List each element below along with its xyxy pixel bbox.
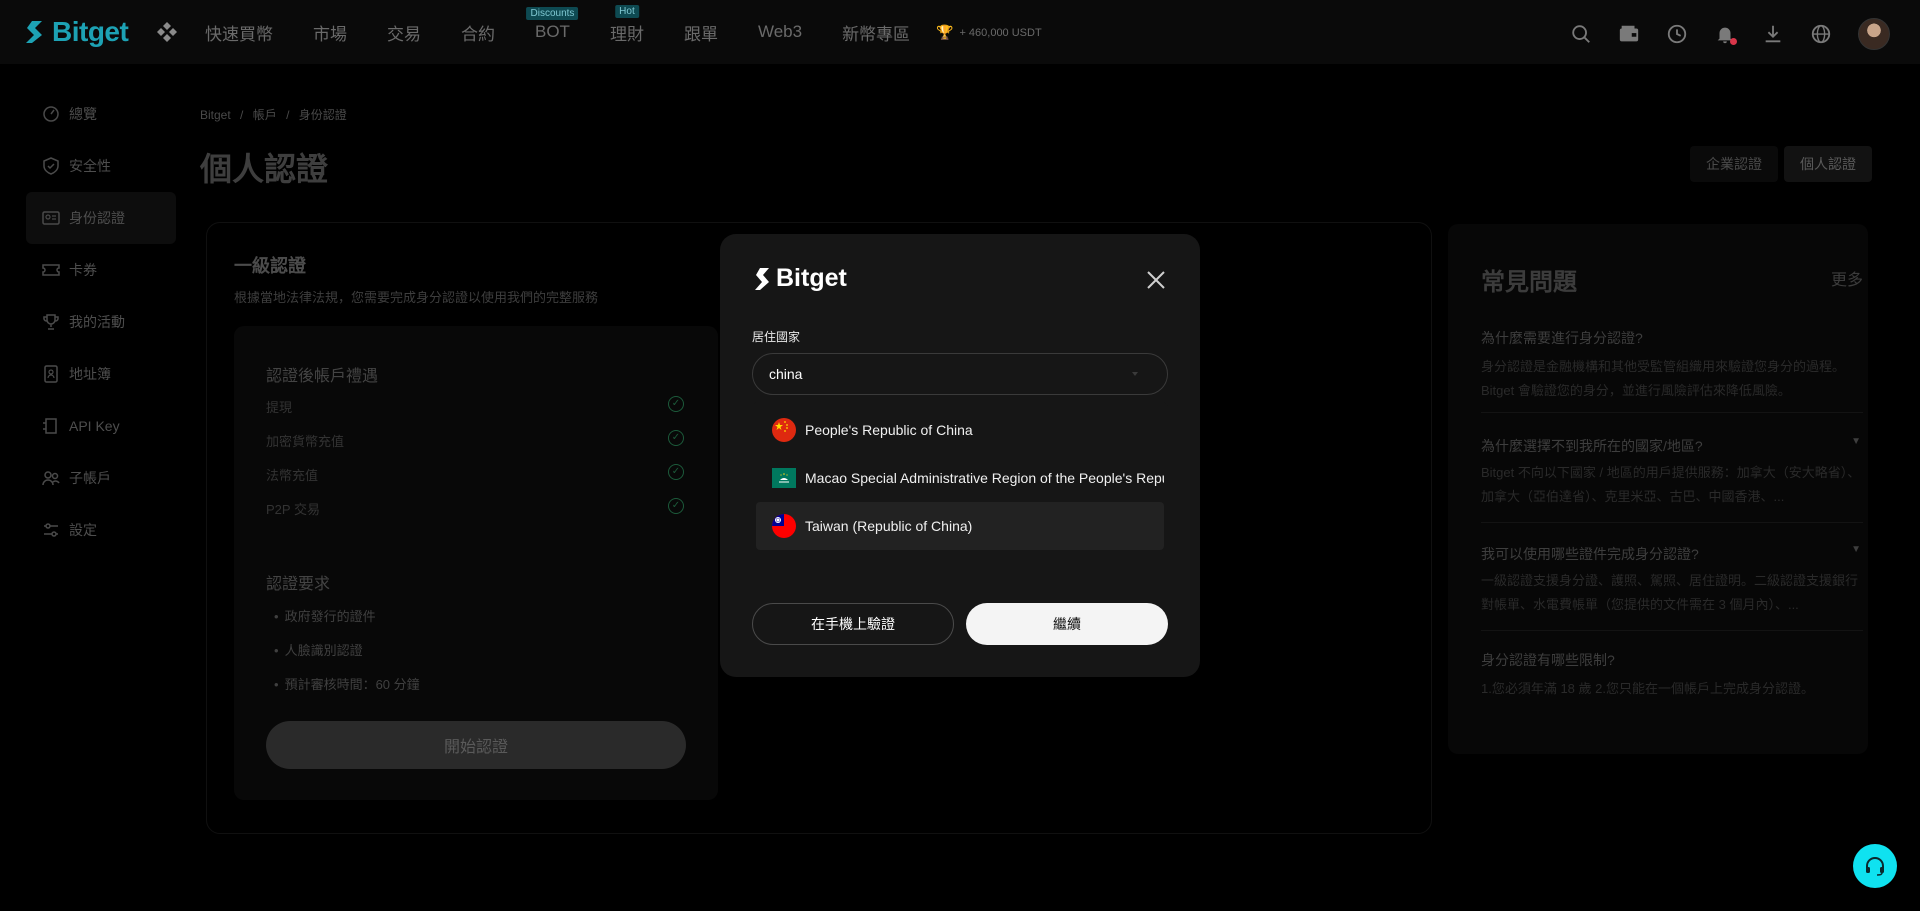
bitget-logo-mark-icon [755,267,769,290]
tw-flag-icon [772,514,796,538]
country-option-macao[interactable]: Macao Special Administrative Region of t… [756,454,1164,502]
country-option-taiwan[interactable]: Taiwan (Republic of China) [756,502,1164,550]
country-field-label: 居住國家 [752,330,801,344]
mo-flag-icon [772,468,796,488]
verify-on-mobile-button[interactable]: 在手機上驗證 [752,603,954,645]
country-option-china[interactable]: People's Republic of China [756,406,1164,454]
country-option-label: Macao Special Administrative Region of t… [805,470,1164,486]
continue-button[interactable]: 繼續 [966,603,1168,645]
country-search-input[interactable] [752,353,1168,395]
country-option-label: Taiwan (Republic of China) [805,518,973,534]
dialog-logo: Bitget [752,264,847,293]
close-icon[interactable] [1146,270,1166,290]
dialog-logo-text: Bitget [776,264,847,292]
cn-flag-icon [772,418,796,442]
country-option-label: People's Republic of China [805,422,973,438]
chevron-down-icon [1132,372,1138,376]
country-dropdown: People's Republic of China Macao Special… [752,402,1168,550]
country-selection-dialog: Bitget 居住國家 People's Republic of China M… [720,234,1200,677]
